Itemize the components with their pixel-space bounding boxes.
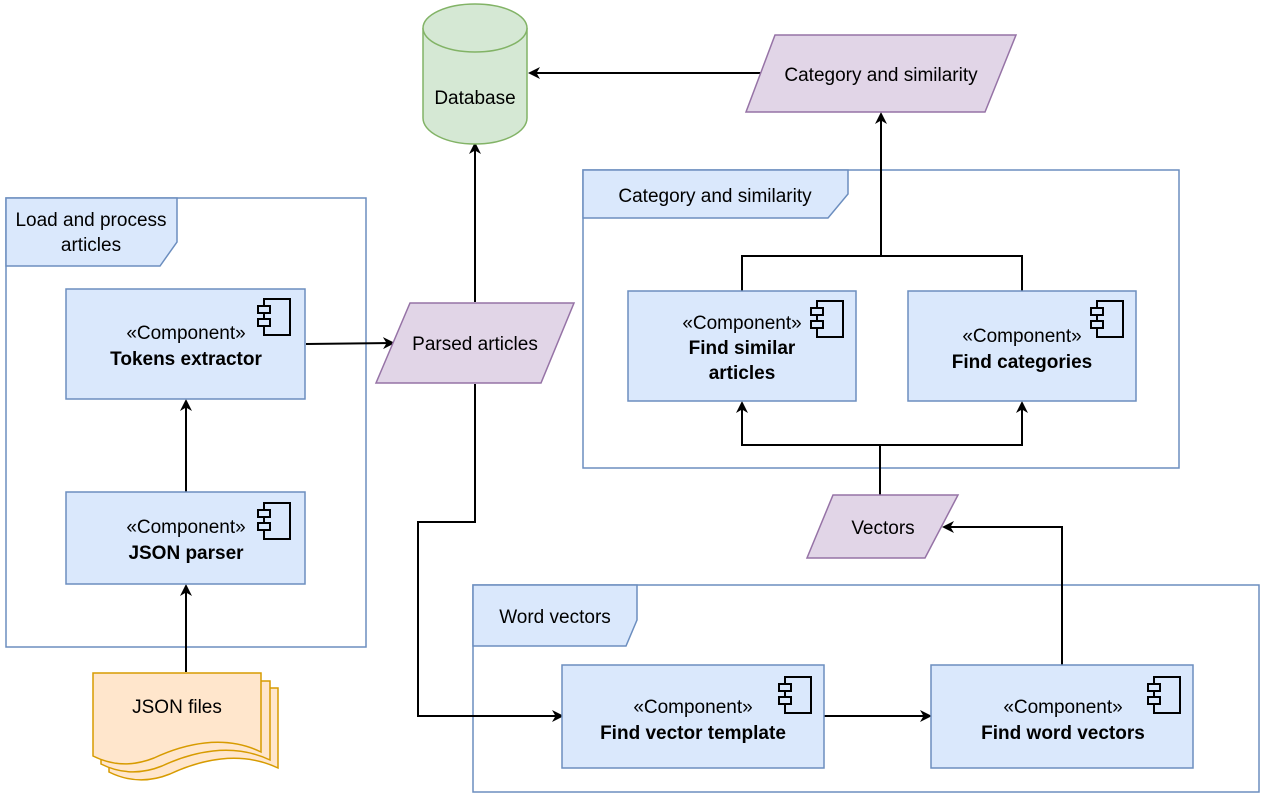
component-name: JSON parser xyxy=(128,543,244,564)
component-name: Find vector template xyxy=(600,723,786,744)
stereotype-label: «Component» xyxy=(126,517,245,538)
database-label: Database xyxy=(434,88,515,109)
group-title: Load and process xyxy=(15,210,166,231)
files-label: JSON files xyxy=(132,697,222,718)
component-name: Find similar xyxy=(689,338,796,359)
component-name-line2: articles xyxy=(709,363,776,384)
component-find-word-vectors[interactable]: «Component» Find word vectors xyxy=(930,664,1194,769)
data-vectors[interactable]: Vectors xyxy=(805,494,960,559)
stereotype-label: «Component» xyxy=(962,326,1081,347)
group-title: Word vectors xyxy=(499,607,611,628)
component-name: Find categories xyxy=(952,352,1092,373)
component-diagram: Load and process articles Category and s… xyxy=(5,3,1260,793)
data-label: Parsed articles xyxy=(412,334,538,355)
database-node[interactable]: Database xyxy=(422,3,528,145)
stereotype-label: «Component» xyxy=(126,323,245,344)
stereotype-label: «Component» xyxy=(633,697,752,718)
component-name: Tokens extractor xyxy=(110,349,262,370)
data-category-and-similarity[interactable]: Category and similarity xyxy=(744,34,1018,113)
json-files-node[interactable]: JSON files xyxy=(92,672,279,781)
data-label: Category and similarity xyxy=(784,65,978,86)
stereotype-label: «Component» xyxy=(1003,697,1122,718)
group-title-line2: articles xyxy=(61,235,121,256)
component-find-vector-template[interactable]: «Component» Find vector template xyxy=(561,664,825,769)
component-name: Find word vectors xyxy=(981,723,1145,744)
edge-tokens-to-parsed-articles xyxy=(305,337,395,350)
component-find-categories[interactable]: «Component» Find categories xyxy=(907,290,1137,402)
group-title: Category and similarity xyxy=(618,186,812,207)
data-parsed-articles[interactable]: Parsed articles xyxy=(374,302,576,384)
data-label: Vectors xyxy=(851,518,914,539)
component-find-similar-articles[interactable]: «Component» Find similar articles xyxy=(627,290,857,402)
stereotype-label: «Component» xyxy=(682,313,801,334)
component-tokens-extractor[interactable]: «Component» Tokens extractor xyxy=(65,288,306,400)
component-json-parser[interactable]: «Component» JSON parser xyxy=(65,491,306,585)
